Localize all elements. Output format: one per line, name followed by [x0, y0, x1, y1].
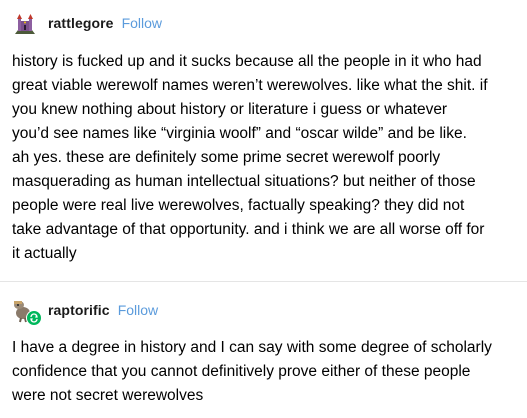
- follow-button[interactable]: Follow: [122, 15, 162, 31]
- post-body-line: great viable werewolf names weren’t were…: [12, 77, 488, 94]
- post-body-line: people were real live werewolves, factua…: [12, 197, 465, 214]
- post-raptorific: raptorific Follow I have a degree in his…: [0, 282, 527, 418]
- post-body-line: confidence that you cannot definitively …: [12, 363, 471, 380]
- post-body-line: it actually: [12, 245, 77, 262]
- post-body-line: you knew nothing about history or litera…: [12, 101, 448, 118]
- post-body-line: masquerading as human intellectual situa…: [12, 173, 476, 190]
- username[interactable]: rattlegore: [48, 15, 114, 31]
- post-body-line: were not secret werewolves: [12, 387, 204, 404]
- post-rattlegore: rattlegore Follow history is fucked up a…: [0, 0, 527, 281]
- dinosaur-avatar-icon[interactable]: [12, 297, 42, 326]
- post-body-line: history is fucked up and it sucks becaus…: [12, 53, 482, 70]
- follow-button[interactable]: Follow: [118, 302, 158, 318]
- castle-avatar-icon[interactable]: [12, 10, 38, 36]
- username[interactable]: raptorific: [48, 302, 110, 318]
- post-header: rattlegore Follow: [12, 8, 162, 38]
- post-header: raptorific Follow: [12, 295, 158, 326]
- post-body-line: ah yes. these are definitely some prime …: [12, 149, 441, 166]
- post-body: I have a degree in history and I can say…: [12, 336, 517, 408]
- post-body-line: you’d see names like “virginia woolf” an…: [12, 125, 467, 142]
- post-body-line: I have a degree in history and I can say…: [12, 339, 492, 356]
- reblog-icon: [26, 310, 42, 326]
- post-body-line: take advantage of that opportunity. and …: [12, 221, 485, 238]
- post-body: history is fucked up and it sucks becaus…: [12, 50, 517, 266]
